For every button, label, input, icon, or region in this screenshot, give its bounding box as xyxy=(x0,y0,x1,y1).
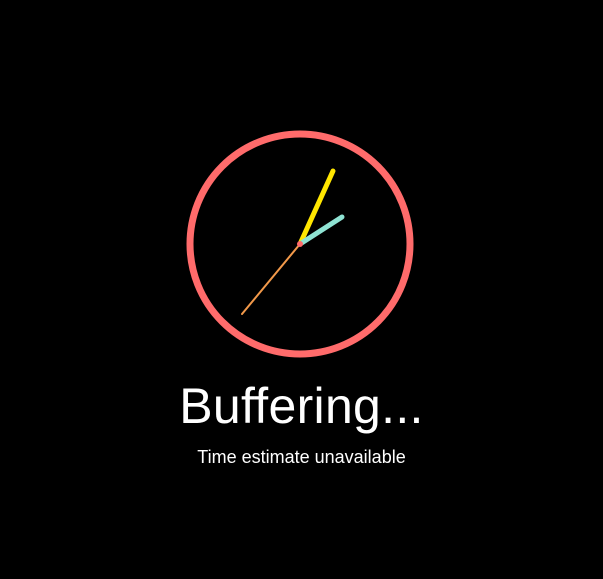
clock-center-dot xyxy=(297,241,303,247)
time-estimate-text: Time estimate unavailable xyxy=(197,447,406,467)
clock-icon xyxy=(186,130,414,358)
buffering-title: Buffering... xyxy=(179,378,424,434)
second-hand xyxy=(241,243,301,315)
buffering-screen: Buffering... Time estimate unavailable xyxy=(0,0,603,579)
